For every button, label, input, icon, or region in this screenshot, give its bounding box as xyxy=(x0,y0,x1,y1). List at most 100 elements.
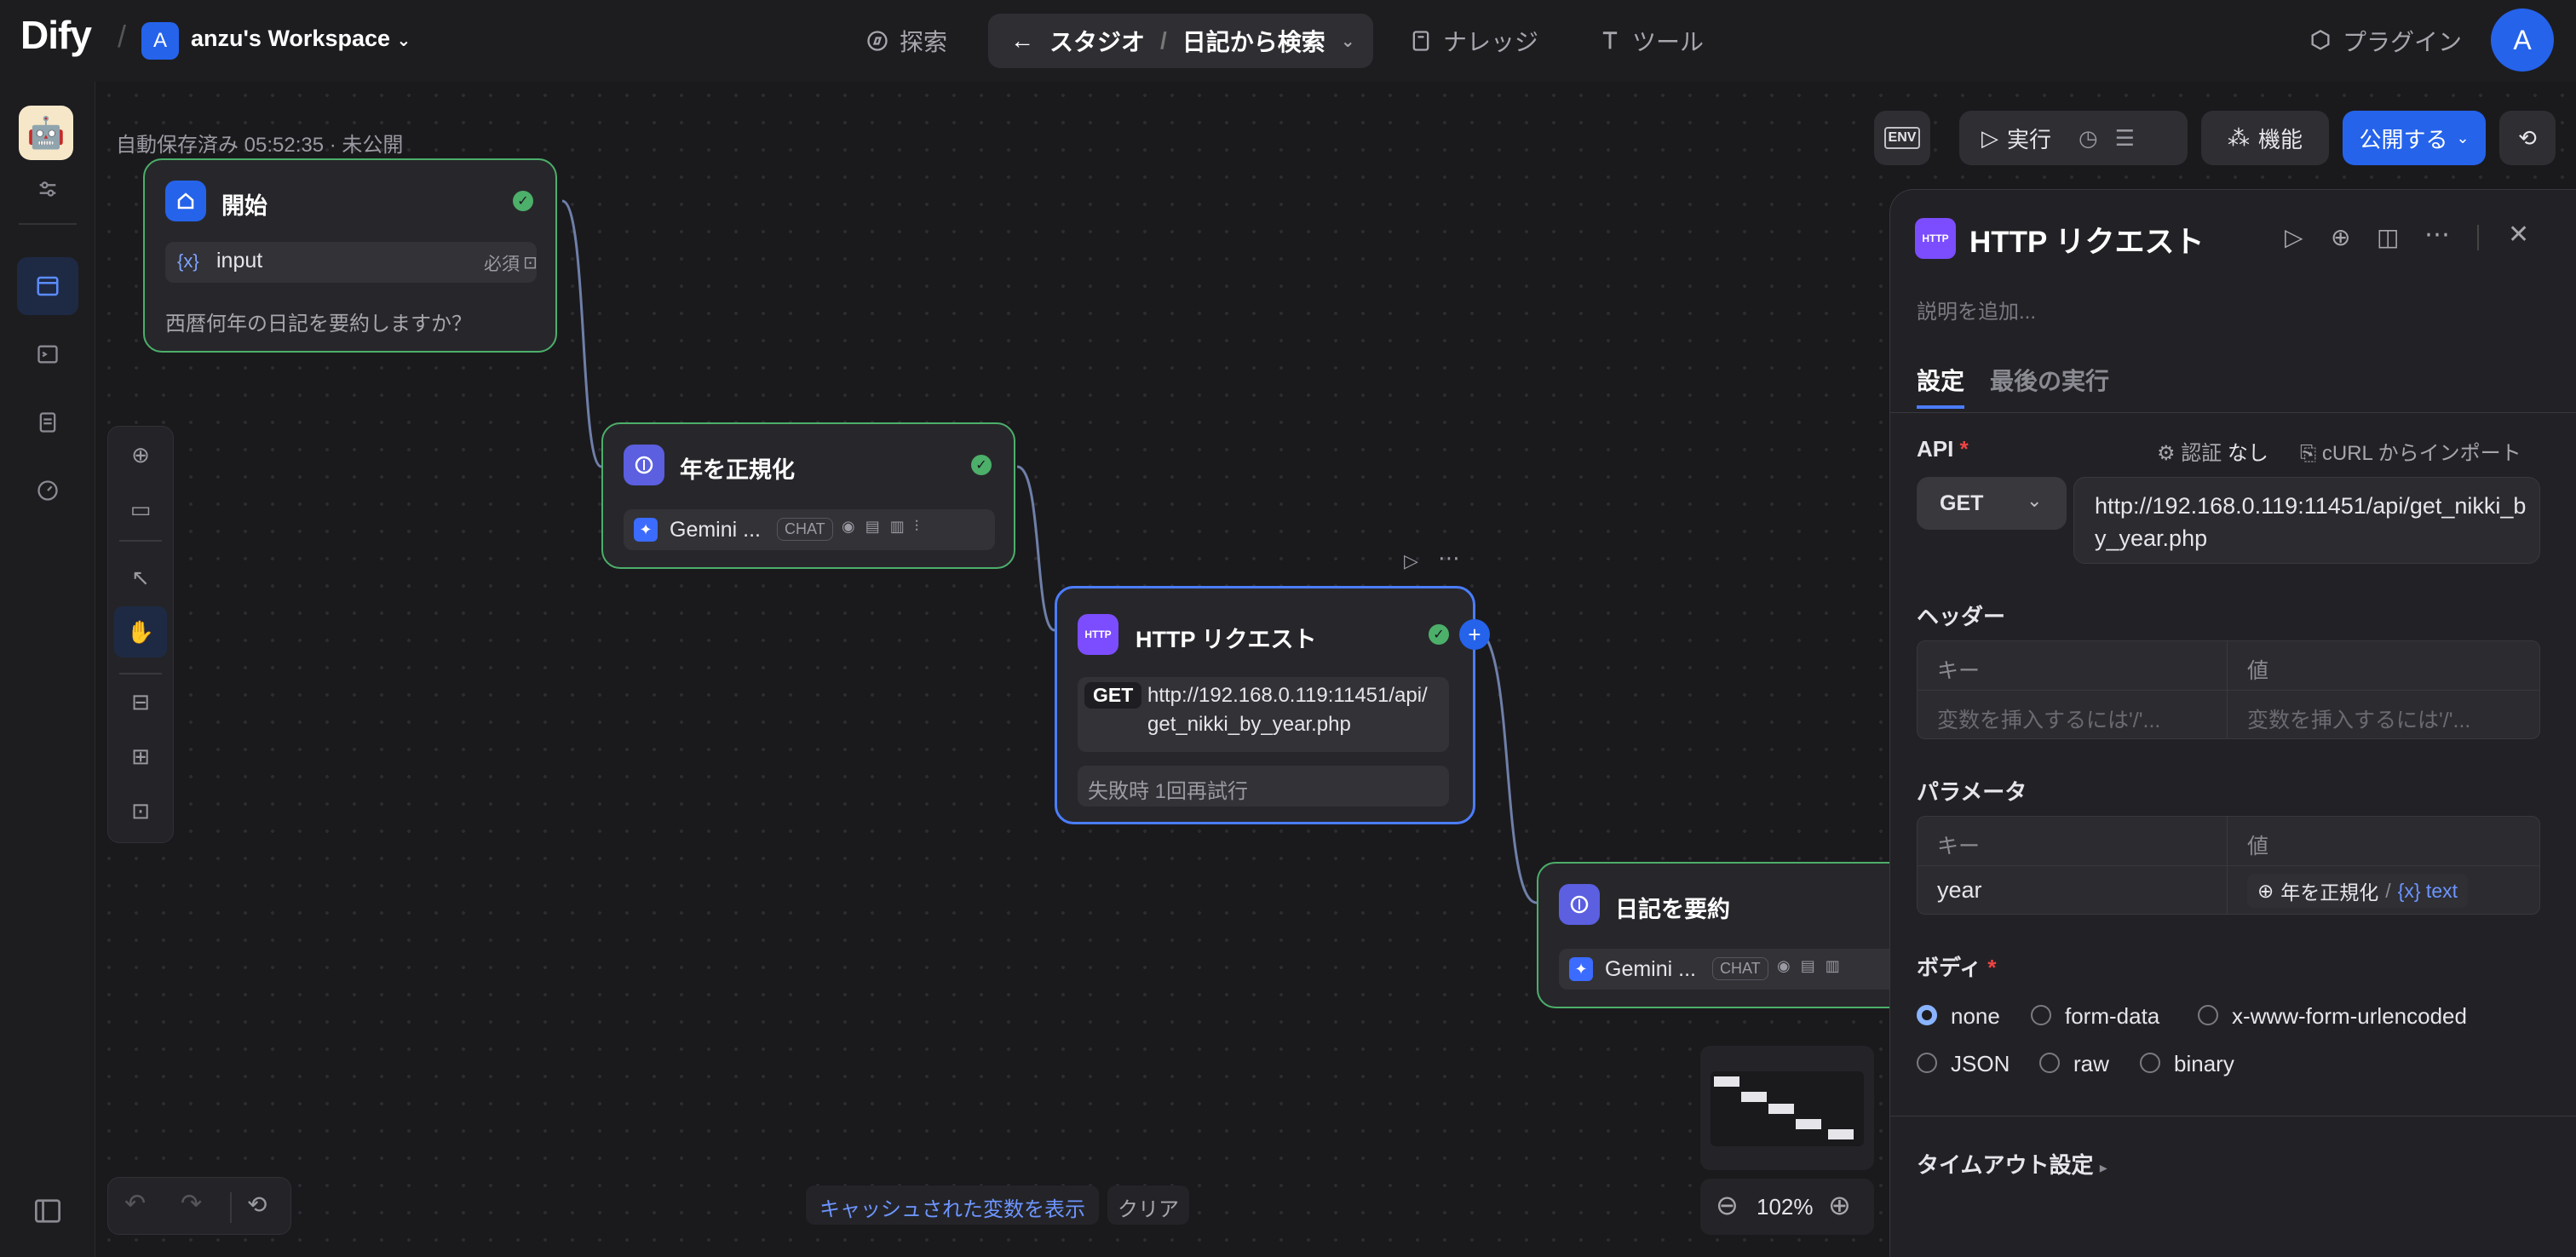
param-value-separator: / xyxy=(2385,879,2391,902)
summarize-node[interactable]: 日記を要約 ✦ Gemini ... CHAT ◉▤▥ xyxy=(1537,862,1946,1008)
env-button[interactable]: ENV xyxy=(1874,111,1930,165)
zoom-level[interactable]: 102% xyxy=(1757,1194,1814,1220)
hand-tool[interactable]: ✋ xyxy=(114,606,167,657)
http-node-title: HTTP リクエスト xyxy=(1136,627,1317,652)
body-binary-label[interactable]: binary xyxy=(2174,1051,2234,1077)
summarize-node-title: 日記を要約 xyxy=(1615,897,1730,922)
more-options-icon[interactable]: ⋯ xyxy=(2424,220,2450,250)
model-selector[interactable]: ✦ Gemini ... CHAT ◉▤▥⫶ xyxy=(624,509,995,550)
chevron-down-icon: ⌄ xyxy=(2456,129,2470,146)
header-value-column: 値 xyxy=(2247,659,2269,683)
model-selector[interactable]: ✦ Gemini ... CHAT ◉▤▥ xyxy=(1559,949,1930,990)
header-value-input[interactable]: 変数を挿入するには'/'... xyxy=(2247,703,2470,734)
text-input-icon: ⊡ xyxy=(523,254,538,273)
auth-button[interactable]: ⚙ 認証 なし xyxy=(2157,436,2268,466)
split-view-icon[interactable]: ◫ xyxy=(2377,223,2399,251)
param-value-variable[interactable]: ⊕ 年を正規化 / {x} text xyxy=(2247,874,2468,908)
body-raw-label[interactable]: raw xyxy=(2073,1051,2109,1077)
body-form-data-radio[interactable] xyxy=(2031,1005,2051,1025)
http-request-info[interactable]: GET http://192.168.0.119:11451/api/ get_… xyxy=(1078,677,1449,752)
gear-icon: ⚙ xyxy=(2157,442,2176,465)
body-urlencoded-radio[interactable] xyxy=(2198,1005,2218,1025)
method-select[interactable]: GET ⌄ xyxy=(1917,477,2067,530)
timeout-settings-toggle[interactable]: タイムアウト設定 ▸ xyxy=(1917,1148,2107,1180)
params-label: パラメータ xyxy=(1917,779,2027,805)
history-icon: ⟲ xyxy=(2518,124,2537,151)
start-node[interactable]: 開始 ✓ {x} input 必須 ⊡ 西暦何年の日記を要約しますか？ xyxy=(143,158,557,353)
curl-import-label: cURL からインポート xyxy=(2321,442,2521,465)
header-key-input[interactable]: 変数を挿入するには'/'... xyxy=(1937,703,2160,734)
minimap-node xyxy=(1714,1076,1739,1087)
pointer-icon[interactable]: ↖ xyxy=(124,560,158,594)
url-input[interactable]: http://192.168.0.119:11451/api/get_nikki… xyxy=(2073,477,2540,564)
model-feature-icons: ◉▤▥⫶ xyxy=(842,518,929,535)
close-icon[interactable]: ✕ xyxy=(2508,220,2529,250)
param-key-input[interactable]: year xyxy=(1937,877,1982,904)
clear-cache-button[interactable]: クリア xyxy=(1107,1185,1189,1225)
divider xyxy=(1917,690,2540,691)
add-block-icon[interactable]: ⊕ xyxy=(124,438,158,472)
tab-last-run[interactable]: 最後の実行 xyxy=(1990,363,2109,397)
organize-blocks-icon[interactable]: ⊞ xyxy=(124,739,158,773)
run-node-play-icon[interactable]: ▷ xyxy=(1404,550,1418,572)
model-name: Gemini ... xyxy=(670,518,761,542)
caret-right-icon: ▸ xyxy=(2099,1159,2107,1176)
redo-icon[interactable]: ↷ xyxy=(181,1189,202,1219)
body-json-radio[interactable] xyxy=(1917,1053,1937,1073)
zoom-in-icon[interactable]: ⊕ xyxy=(1828,1189,1851,1221)
body-json-label[interactable]: JSON xyxy=(1951,1051,2010,1077)
add-note-icon[interactable]: ▭ xyxy=(124,492,158,526)
panel-title[interactable]: HTTP リクエスト xyxy=(1969,218,2204,261)
publish-button[interactable]: 公開する ⌄ xyxy=(2343,111,2486,165)
history-icon[interactable]: ⟲ xyxy=(247,1191,267,1219)
normalize-node-title: 年を正規化 xyxy=(680,457,795,483)
minimap-toggle-icon[interactable]: ⊡ xyxy=(124,794,158,828)
body-raw-radio[interactable] xyxy=(2039,1053,2060,1073)
show-cached-variables-button[interactable]: キャッシュされた変数を表示 xyxy=(806,1185,1099,1225)
required-label: 必須 xyxy=(484,255,520,274)
edge-normalize-http xyxy=(1016,465,1055,632)
import-icon: ⎘ xyxy=(2300,442,2317,465)
retry-label: 失敗時 1回再試行 xyxy=(1088,780,1249,803)
divider xyxy=(2477,225,2479,250)
body-binary-radio[interactable] xyxy=(2140,1053,2160,1073)
body-label-text: ボディ xyxy=(1917,955,1982,980)
hand-icon: ✋ xyxy=(126,618,155,645)
tab-settings[interactable]: 設定 xyxy=(1917,363,1964,397)
add-node-plus-icon[interactable]: + xyxy=(1459,619,1490,650)
run-step-play-icon[interactable]: ▷ xyxy=(2285,223,2303,251)
publish-label: 公開する xyxy=(2359,126,2448,152)
edge-http-summarize xyxy=(1475,628,1538,904)
help-icon[interactable]: ⊕ xyxy=(2331,223,2350,251)
http-url-line1: http://192.168.0.119:11451/api/ xyxy=(1147,684,1428,707)
body-form-data-label[interactable]: form-data xyxy=(2065,1003,2159,1030)
body-none-label[interactable]: none xyxy=(1951,1003,2000,1030)
param-value-var: {x} text xyxy=(2397,879,2458,902)
normalize-node[interactable]: 年を正規化 ✓ ✦ Gemini ... CHAT ◉▤▥⫶ xyxy=(601,422,1015,569)
body-none-radio[interactable] xyxy=(1917,1005,1937,1025)
list-icon[interactable]: ☰ xyxy=(2115,125,2135,152)
env-icon: ENV xyxy=(1883,127,1921,149)
minimap-node xyxy=(1828,1129,1854,1139)
zoom-out-icon[interactable]: ⊖ xyxy=(1716,1189,1739,1221)
more-options-icon[interactable]: ⋯ xyxy=(1438,545,1460,571)
minimap-node xyxy=(1741,1092,1767,1102)
body-urlencoded-label[interactable]: x-www-form-urlencoded xyxy=(2232,1003,2467,1030)
start-variable[interactable]: {x} input 必須 ⊡ xyxy=(165,242,538,283)
description-input[interactable]: 説明を追加... xyxy=(1917,295,2036,324)
param-value-column: 値 xyxy=(2247,835,2269,858)
checklist-clock-icon[interactable]: ◷ xyxy=(2079,125,2098,152)
body-label: ボディ * xyxy=(1917,955,1997,980)
chat-mode-tag: CHAT xyxy=(1712,957,1768,980)
run-label[interactable]: 実行 xyxy=(2007,123,2051,154)
http-request-node[interactable]: HTTP HTTP リクエスト ✓ GET http://192.168.0.1… xyxy=(1055,586,1490,824)
version-history-button[interactable]: ⟲ xyxy=(2499,111,2556,165)
minimap[interactable] xyxy=(1700,1046,1874,1170)
retry-setting[interactable]: 失敗時 1回再試行 xyxy=(1078,766,1449,806)
curl-import-button[interactable]: ⎘ cURL からインポート xyxy=(2300,436,2521,466)
play-icon[interactable]: ▷ xyxy=(1981,125,1998,152)
export-image-icon[interactable]: ⊟ xyxy=(124,685,158,719)
divider xyxy=(119,540,162,542)
undo-icon[interactable]: ↶ xyxy=(124,1189,146,1219)
features-button[interactable]: ⁂ 機能 xyxy=(2201,111,2329,165)
